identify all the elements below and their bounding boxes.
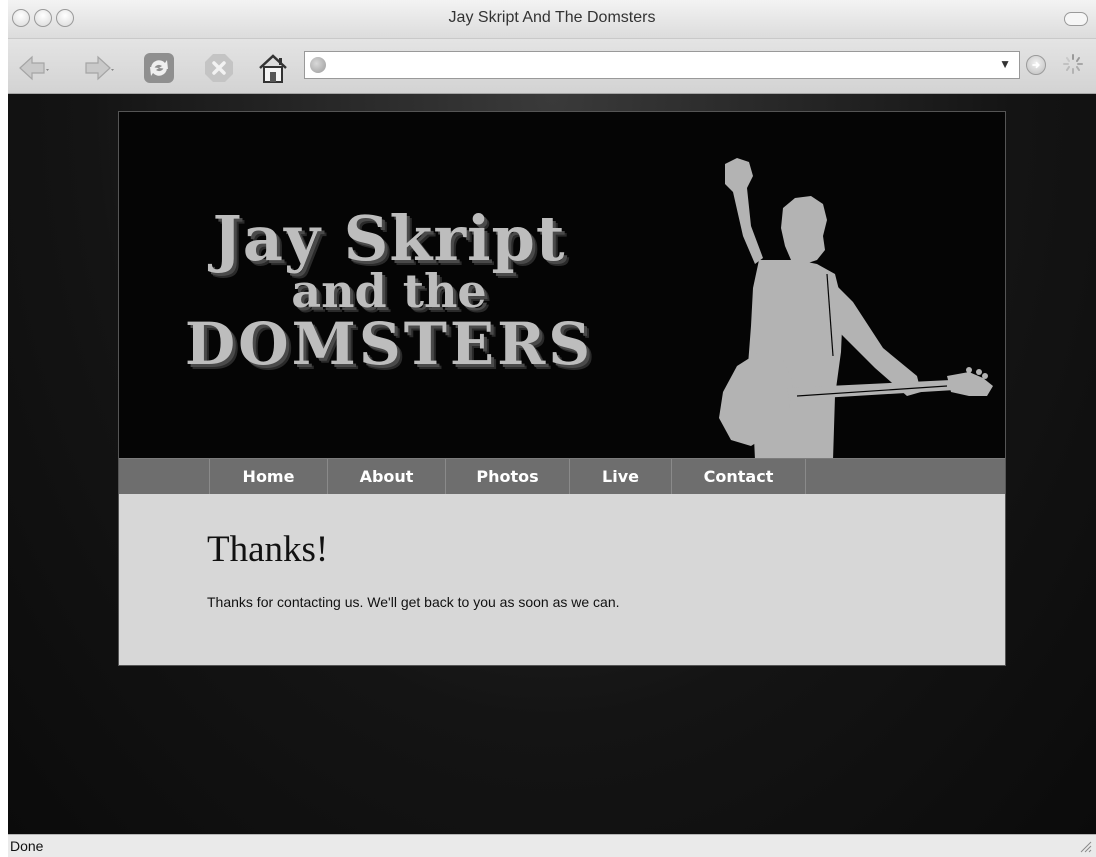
- nav-item-photos[interactable]: Photos: [445, 459, 569, 495]
- address-bar[interactable]: ▼: [304, 51, 1020, 79]
- page-heading: Thanks!: [207, 529, 329, 570]
- back-button[interactable]: [16, 51, 50, 85]
- reload-icon: [144, 53, 174, 83]
- nav-item-live[interactable]: Live: [569, 459, 671, 495]
- reload-button[interactable]: [142, 51, 176, 85]
- confirmation-message: Thanks for contacting us. We'll get back…: [207, 594, 620, 610]
- main-content: Thanks! Thanks for contacting us. We'll …: [119, 494, 1005, 665]
- back-arrow-icon: [19, 55, 49, 81]
- forward-button[interactable]: [80, 51, 114, 85]
- stop-icon: [205, 54, 233, 82]
- browser-toolbar: ▼: [8, 39, 1096, 94]
- home-button[interactable]: [256, 51, 290, 85]
- status-bar: Done: [8, 834, 1096, 857]
- go-button[interactable]: [1026, 55, 1046, 75]
- history-dropdown-icon[interactable]: ▼: [999, 57, 1011, 71]
- site-page: Jay Skript and the DOMSTERS Home About P…: [118, 111, 1006, 666]
- forward-arrow-icon: [85, 55, 114, 81]
- nav-item-about[interactable]: About: [327, 459, 445, 495]
- nav-divider: [805, 459, 806, 495]
- window-title: Jay Skript And The Domsters: [448, 9, 656, 26]
- nav-item-home[interactable]: Home: [209, 459, 327, 495]
- go-icon: [1032, 61, 1040, 69]
- logo-line-3: DOMSTERS: [184, 310, 594, 378]
- site-icon: [310, 57, 326, 73]
- status-text: Done: [10, 838, 44, 854]
- loading-spinner-icon: [1063, 54, 1083, 74]
- site-header: Jay Skript and the DOMSTERS: [119, 112, 1005, 458]
- band-logo[interactable]: Jay Skript and the DOMSTERS: [169, 202, 609, 378]
- toolbar-toggle-button[interactable]: [1064, 12, 1088, 26]
- resize-grip-icon[interactable]: [1078, 839, 1092, 853]
- stop-button[interactable]: [202, 51, 236, 85]
- browser-window: Jay Skript And The Domsters ▼ Jay Skript…: [8, 0, 1096, 857]
- web-content: Jay Skript and the DOMSTERS Home About P…: [8, 94, 1096, 834]
- title-bar: Jay Skript And The Domsters: [8, 0, 1096, 39]
- guitarist-silhouette-image: [719, 158, 993, 458]
- home-icon: [259, 54, 287, 83]
- main-navigation: Home About Photos Live Contact: [119, 458, 1005, 495]
- nav-item-contact[interactable]: Contact: [671, 459, 805, 495]
